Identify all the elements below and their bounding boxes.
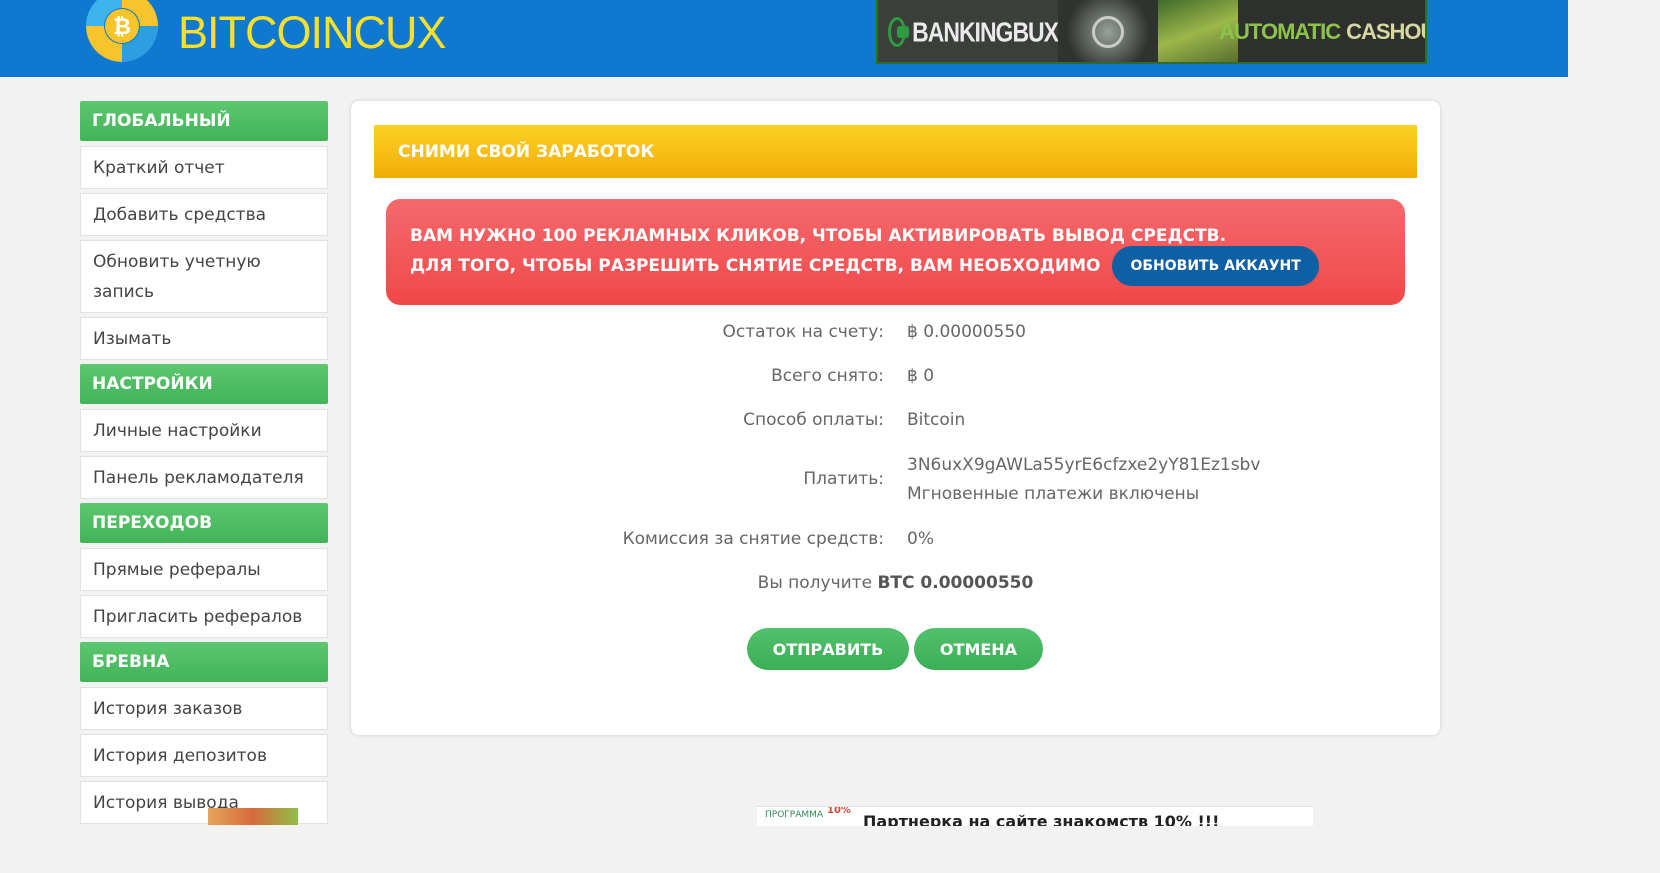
- sidebar-item-deposit-history[interactable]: История депозитов: [80, 734, 328, 777]
- upgrade-account-button[interactable]: ОБНОВИТЬ АККАУНТ: [1112, 246, 1319, 286]
- banner-logo-icon: [888, 17, 910, 47]
- pay-to-row: Платить: 3N6uxX9gAWLa55yrE6cfzxe2yY81Ez1…: [351, 455, 1440, 515]
- pay-to-label: Платить:: [803, 469, 884, 489]
- sidebar-item-invite-referrals[interactable]: Пригласить рефералов: [80, 595, 328, 638]
- sidebar-item-summary[interactable]: Краткий отчет: [80, 146, 328, 189]
- banner-cashout-text: AUTOMATIC CASHOUT: [1219, 0, 1425, 62]
- fee-value: 0%: [907, 529, 934, 549]
- withdrawn-value: ฿ 0: [907, 366, 935, 386]
- sidebar-section-logs: БРЕВНА: [80, 642, 328, 682]
- receive-amount: Вы получите BTC 0.00000550: [351, 573, 1440, 593]
- cancel-button[interactable]: ОТМЕНА: [914, 628, 1043, 670]
- ad-text: Партнерка на сайте знакомств 10% !!!: [863, 812, 1220, 826]
- banner-cashout-word-2: CASHOUT: [1346, 19, 1425, 44]
- sidebar-item-direct-referrals[interactable]: Прямые рефералы: [80, 548, 328, 591]
- banner-brand-text: BANKINGBUX: [912, 15, 1059, 47]
- balance-value: ฿ 0.00000550: [907, 322, 1026, 342]
- payment-method-value: Bitcoin: [907, 410, 966, 430]
- page-title: СНИМИ СВОЙ ЗАРАБОТОК: [374, 125, 1417, 178]
- receive-label: Вы получите: [757, 573, 873, 593]
- banner-cashout-word-1: AUTOMATIC: [1219, 19, 1341, 44]
- wallet-address: 3N6uxX9gAWLa55yrE6cfzxe2yY81Ez1sbv: [907, 455, 1261, 475]
- sidebar-item-personal-settings[interactable]: Личные настройки: [80, 409, 328, 452]
- withdraw-requirement-alert: ВАМ НУЖНО 100 РЕКЛАМНЫХ КЛИКОВ, ЧТОБЫ АК…: [386, 199, 1405, 305]
- ad-percent-label: 10%: [827, 806, 851, 816]
- sidebar-section-global: ГЛОБАЛЬНЫЙ: [80, 101, 328, 141]
- sidebar-section-settings: НАСТРОЙКИ: [80, 364, 328, 404]
- bottom-ad-image[interactable]: [208, 808, 298, 825]
- sidebar-item-upgrade-account[interactable]: Обновить учетную запись: [80, 240, 328, 313]
- vault-image: [1058, 0, 1158, 62]
- site-logo[interactable]: ₿ BITCOINCUX: [82, 0, 447, 66]
- fee-label: Комиссия за снятие средств:: [622, 529, 884, 549]
- alert-line-2-row: ДЛЯ ТОГО, ЧТОБЫ РАЗРЕШИТЬ СНЯТИЕ СРЕДСТВ…: [410, 246, 1405, 286]
- bottom-ad-banner[interactable]: ПРОГРАММА 10% Партнерка на сайте знакомс…: [757, 806, 1313, 826]
- balance-label: Остаток на счету:: [722, 322, 885, 342]
- payment-method-label: Способ оплаты:: [743, 410, 884, 430]
- alert-line-2: ДЛЯ ТОГО, ЧТОБЫ РАЗРЕШИТЬ СНЯТИЕ СРЕДСТВ…: [410, 256, 1101, 276]
- bankingbux-banner-ad[interactable]: BANKINGBUX AUTOMATIC CASHOUT: [876, 0, 1427, 64]
- sidebar-item-add-funds[interactable]: Добавить средства: [80, 193, 328, 236]
- banner-brand: BANKINGBUX: [878, 0, 1059, 62]
- action-buttons: ОТПРАВИТЬ ОТМЕНА: [747, 628, 1043, 670]
- sidebar-item-advertiser-panel[interactable]: Панель рекламодателя: [80, 456, 328, 499]
- submit-button[interactable]: ОТПРАВИТЬ: [747, 628, 909, 670]
- receive-value: BTC 0.00000550: [877, 573, 1034, 593]
- logo-text: BITCOINCUX: [178, 7, 447, 58]
- sidebar: ГЛОБАЛЬНЫЙ Краткий отчет Добавить средст…: [80, 101, 328, 828]
- instant-payments-note: Мгновенные платежи включены: [907, 484, 1200, 504]
- ad-program-label: ПРОГРАММА: [765, 810, 824, 820]
- sidebar-section-referrals: ПЕРЕХОДОВ: [80, 503, 328, 543]
- svg-text:₿: ₿: [113, 15, 131, 40]
- bitcoin-logo-icon: ₿: [82, 0, 162, 66]
- withdraw-card: СНИМИ СВОЙ ЗАРАБОТОК ВАМ НУЖНО 100 РЕКЛА…: [351, 101, 1440, 735]
- withdrawn-label: Всего снято:: [771, 366, 884, 386]
- sidebar-item-order-history[interactable]: История заказов: [80, 687, 328, 730]
- sidebar-item-withdraw[interactable]: Изымать: [80, 317, 328, 360]
- top-header: ₿ BITCOINCUX BANKINGBUX AUTOMATIC CASHOU…: [0, 0, 1568, 77]
